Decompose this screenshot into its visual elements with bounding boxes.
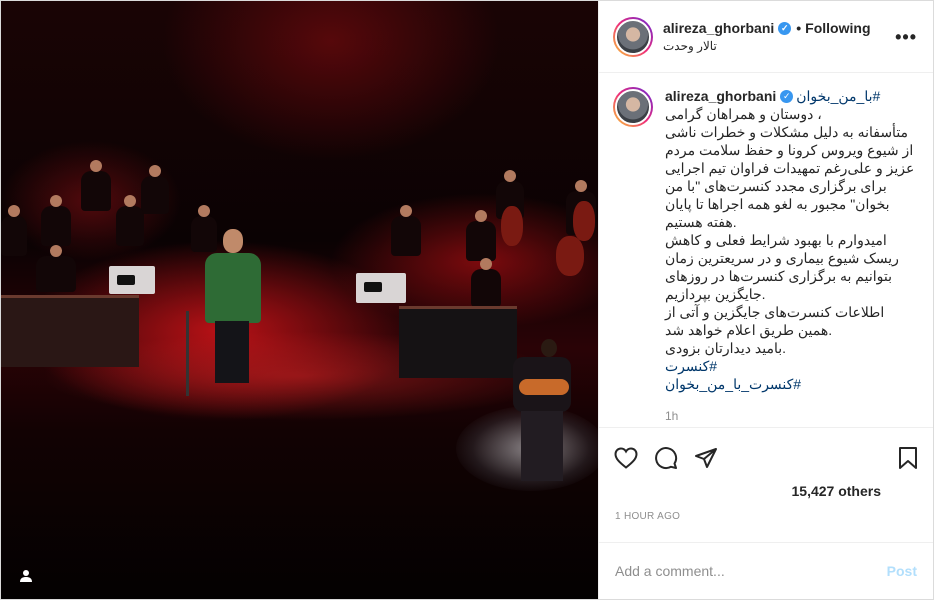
- paper-plane-icon[interactable]: [693, 445, 719, 471]
- orchestra-musician: [116, 195, 144, 246]
- cello: [556, 236, 584, 276]
- caption-line: متأسفانه به دلیل مشکلات و خطرات ناشی: [665, 124, 909, 140]
- caption-line: عزیز و علی‌رغم تمهیدات فراوان تیم اجرایی: [665, 160, 915, 176]
- hashtag-link[interactable]: #کنسرت: [665, 357, 914, 375]
- caption-line: بخوان" مجبور به لغو همه اجراها تا پایان: [665, 196, 890, 212]
- post-timestamp[interactable]: 1 HOUR AGO: [599, 503, 933, 543]
- singer: [205, 253, 261, 323]
- orchestra-musician: [81, 160, 111, 211]
- caption-area: alireza_ghorbani ✓ #با_من_بخوان ، دوستان…: [599, 73, 933, 427]
- heart-icon[interactable]: [613, 445, 639, 471]
- hashtag-link[interactable]: #با_من_بخوان: [796, 87, 880, 105]
- caption-line: بتوانیم به برگزاری کنسرت‌ها در روزهای: [665, 268, 892, 284]
- caption-line: برای برگزاری مجدد کنسرت‌های "با من: [665, 178, 887, 194]
- user-tag-icon[interactable]: [13, 563, 39, 589]
- caption-line: .بامید دیدارتان بزودی: [665, 340, 787, 356]
- stage-monitor: [109, 266, 155, 294]
- orchestra-musician: [191, 205, 217, 252]
- singer-legs: [215, 321, 249, 383]
- post-comment-button[interactable]: Post: [887, 563, 917, 579]
- mic-stand: [186, 311, 189, 396]
- avatar-image: [615, 89, 651, 125]
- keyboard-desk: [1, 295, 139, 367]
- username-link[interactable]: alireza_ghorbani: [663, 20, 774, 36]
- orchestra-musician: [391, 205, 421, 256]
- orchestra-musician: [1, 205, 27, 256]
- verified-badge-icon: ✓: [780, 89, 794, 103]
- caption-avatar[interactable]: [613, 87, 653, 127]
- location-link[interactable]: تالار وحدت: [663, 39, 895, 53]
- percussion-desk: [399, 306, 517, 378]
- likes-text[interactable]: 15,427 others: [792, 483, 882, 499]
- caption-line: ریسک شیوع بیماری و در سریعترین زمان: [665, 250, 899, 266]
- avatar-image: [615, 18, 651, 55]
- username-row: alireza_ghorbani ✓ • Following: [663, 20, 895, 36]
- instagram-post: alireza_ghorbani ✓ • Following تالار وحد…: [0, 0, 934, 600]
- separator-dot: •: [796, 20, 802, 36]
- singer-head: [223, 229, 243, 253]
- cello: [501, 206, 523, 246]
- caption-line: ، دوستان و همراهان گرامی: [665, 106, 822, 122]
- orchestra-musician: [471, 258, 501, 307]
- caption-line: از شیوع ویروس کرونا و حفظ سلامت مردم: [665, 142, 914, 158]
- profile-avatar[interactable]: [613, 16, 653, 57]
- orchestra-musician: [466, 210, 496, 261]
- caption-first-line: alireza_ghorbani ✓ #با_من_بخوان: [665, 87, 914, 105]
- comment-icon[interactable]: [653, 445, 679, 471]
- post-photo[interactable]: [1, 1, 598, 599]
- stage-monitor: [356, 273, 406, 303]
- caption-body: alireza_ghorbani ✓ #با_من_بخوان ، دوستان…: [665, 87, 914, 425]
- caption: alireza_ghorbani ✓ #با_من_بخوان ، دوستان…: [613, 87, 917, 425]
- comment-box: Post: [599, 543, 933, 599]
- tar-instrument: [519, 379, 569, 395]
- post-header: alireza_ghorbani ✓ • Following تالار وحد…: [599, 1, 933, 73]
- hashtag-link[interactable]: #کنسرت_با_من_بخوان: [665, 375, 914, 393]
- caption-line: امیدوارم با بهبود شرایط فعلی و کاهش: [665, 232, 887, 248]
- bookmark-icon[interactable]: [895, 445, 921, 471]
- post-sidebar: alireza_ghorbani ✓ • Following تالار وحد…: [598, 1, 933, 599]
- tar-player-legs: [521, 411, 563, 481]
- following-button[interactable]: Following: [805, 20, 870, 36]
- comment-input[interactable]: [615, 563, 887, 579]
- caption-line: اطلاعات کنسرت‌های جایگزین و آتی از: [665, 304, 885, 320]
- orchestra-musician: [41, 195, 71, 246]
- like-count[interactable]: 15,427 others: [599, 479, 933, 503]
- caption-username[interactable]: alireza_ghorbani: [665, 87, 776, 105]
- verified-badge-icon: ✓: [778, 21, 792, 35]
- orchestra-musician: [141, 165, 169, 214]
- tar-player-head: [541, 339, 557, 357]
- caption-line: .همین طریق اعلام خواهد شد: [665, 322, 833, 338]
- header-text: alireza_ghorbani ✓ • Following تالار وحد…: [663, 20, 895, 53]
- keyboard-player: [36, 245, 76, 292]
- cello: [573, 201, 595, 241]
- caption-line: .هفته هستیم: [665, 214, 737, 230]
- action-bar: [599, 427, 933, 479]
- caption-time[interactable]: 1h: [665, 407, 914, 425]
- more-options-icon[interactable]: •••: [895, 28, 917, 46]
- caption-line: .جایگزین بپردازیم: [665, 286, 766, 302]
